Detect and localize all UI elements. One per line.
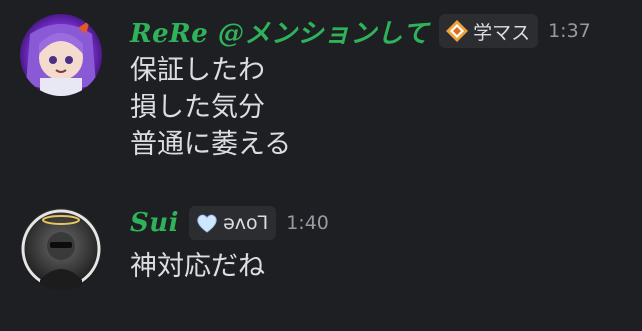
message-content: 神対応だね xyxy=(130,248,265,285)
message-header: Sui əʌoꞀ 1:40 xyxy=(130,206,329,240)
message-line: 保証したわ xyxy=(130,55,265,86)
timestamp[interactable]: 1:37 xyxy=(548,20,591,42)
server-tag-label: 学マス xyxy=(473,21,531,44)
username[interactable]: Sui xyxy=(130,208,179,238)
server-tag[interactable]: əʌoꞀ xyxy=(189,206,277,240)
username[interactable]: ReRe @メンションして xyxy=(130,13,429,50)
avatar[interactable] xyxy=(20,208,102,290)
avatar[interactable] xyxy=(20,14,102,96)
chat-message: Sui əʌoꞀ 1:40 神対応だね xyxy=(0,200,642,320)
avatar-photo-image xyxy=(20,208,102,290)
heart-icon xyxy=(195,211,219,235)
message-line: 損した気分 xyxy=(130,92,265,123)
message-content: 保証したわ 損した気分 普通に萎える xyxy=(130,52,291,163)
message-line: 普通に萎える xyxy=(130,129,292,160)
server-tag[interactable]: 学マス xyxy=(439,14,539,48)
timestamp[interactable]: 1:40 xyxy=(286,212,329,234)
message-header: ReRe @メンションして 学マス 1:37 xyxy=(130,13,591,50)
message-line: 神対応だね xyxy=(130,251,265,282)
orange-diamond-icon xyxy=(445,19,469,43)
chat-message: ReRe @メンションして 学マス 1:37 保証したわ 損した気分 普通に萎え… xyxy=(0,0,642,190)
chat-log: ReRe @メンションして 学マス 1:37 保証したわ 損した気分 普通に萎え… xyxy=(0,0,642,331)
server-tag-label: əʌoꞀ xyxy=(223,212,269,234)
avatar-anime-girl-image xyxy=(20,14,102,96)
